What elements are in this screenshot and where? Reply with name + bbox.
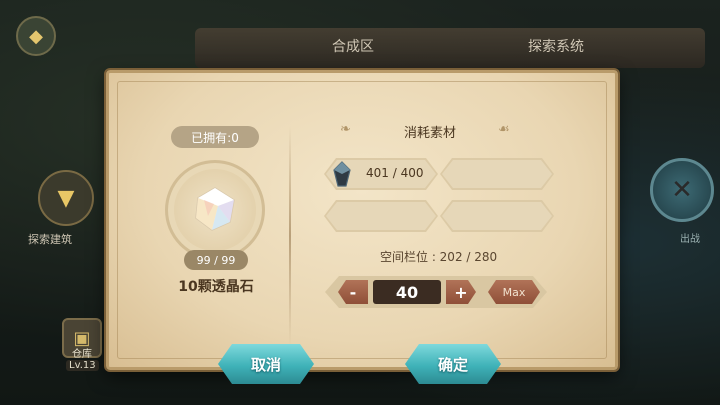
quantity-value[interactable]: 40 bbox=[373, 280, 441, 304]
title-flourish-left: ❧ bbox=[340, 122, 351, 137]
explore-building-button[interactable]: ▼ bbox=[38, 170, 94, 226]
crossed-swords-icon: ✕ bbox=[671, 175, 693, 205]
confirm-button[interactable]: 确定 bbox=[405, 344, 501, 384]
panel-divider bbox=[289, 126, 291, 346]
back-arrow-icon: ◆ bbox=[29, 25, 43, 47]
material-slot[interactable] bbox=[324, 200, 438, 232]
material-qty: 401 / 400 bbox=[366, 166, 424, 180]
back-button[interactable]: ◆ bbox=[16, 16, 56, 56]
battle-button[interactable]: ✕ bbox=[650, 158, 714, 222]
material-slot[interactable] bbox=[440, 200, 554, 232]
crystal-shard-icon bbox=[333, 161, 351, 187]
material-slot[interactable] bbox=[440, 158, 554, 190]
warehouse-label: 仓库 bbox=[72, 349, 92, 360]
cancel-button[interactable]: 取消 bbox=[218, 344, 314, 384]
top-tab-bar bbox=[195, 28, 705, 68]
crystal-icon bbox=[195, 187, 235, 231]
chevron-down-icon: ▼ bbox=[57, 185, 75, 211]
tab-explore-system[interactable]: 探索系统 bbox=[528, 36, 584, 56]
item-name: 10颗透晶石 bbox=[178, 279, 254, 295]
tab-synthesis[interactable]: 合成区 bbox=[332, 36, 374, 56]
storage-space-info: 空间栏位 : 202 / 280 bbox=[380, 250, 498, 264]
item-count-pill: 99 / 99 bbox=[184, 250, 248, 270]
title-flourish-right: ☙ bbox=[498, 122, 510, 137]
section-title: 消耗素材 bbox=[404, 126, 457, 141]
warehouse-level: Lv.13 bbox=[66, 360, 99, 371]
explore-building-label: 探索建筑 bbox=[28, 233, 72, 246]
max-button[interactable]: Max bbox=[488, 280, 540, 304]
battle-label: 出战 bbox=[680, 234, 700, 245]
owned-count-badge: 已拥有:0 bbox=[171, 126, 259, 148]
